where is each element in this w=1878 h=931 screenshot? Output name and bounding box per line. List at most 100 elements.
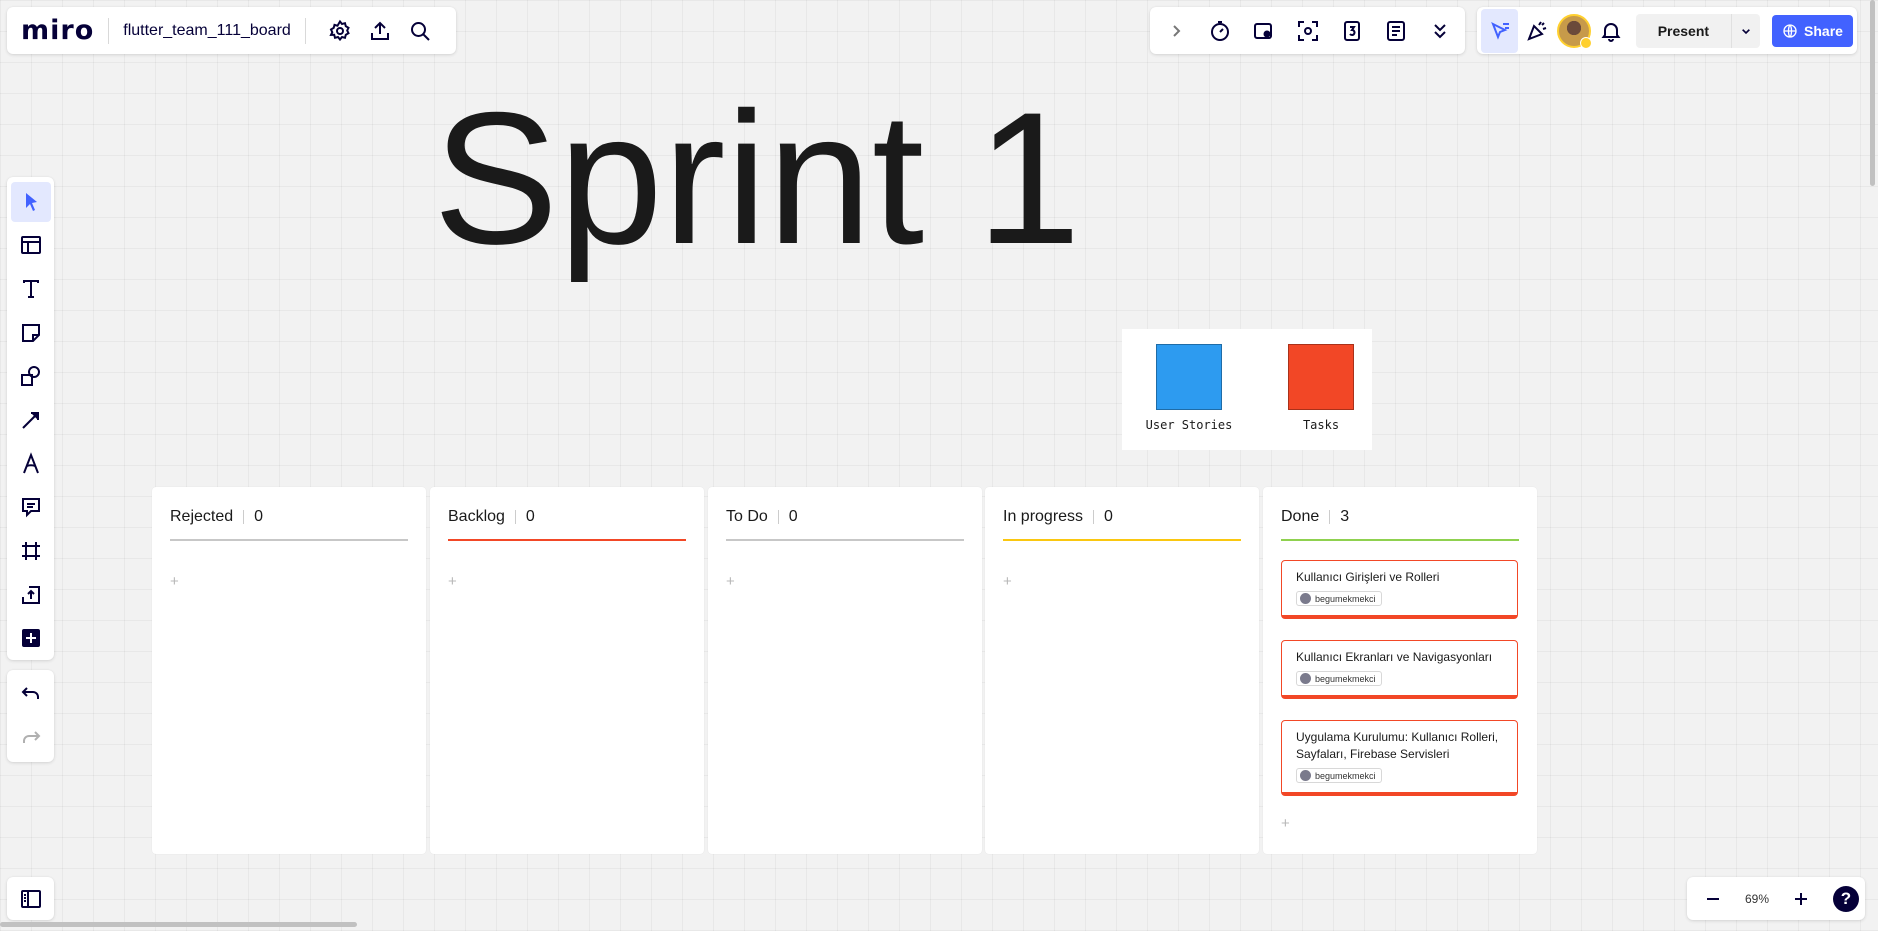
upload-icon[interactable] — [11, 575, 51, 615]
share-label: Share — [1804, 22, 1843, 39]
assignee-name: begumekmekci — [1315, 673, 1376, 684]
card-title: Kullanıcı Girişleri ve Rolleri — [1296, 570, 1440, 584]
legend-label: User Stories — [1145, 418, 1233, 432]
reaction-icon[interactable] — [1518, 9, 1555, 53]
legend[interactable]: User Stories Tasks — [1122, 329, 1372, 450]
add-card-button[interactable]: + — [1003, 573, 1012, 590]
column-name: Rejected — [170, 508, 234, 525]
top-right-bar: Present Share — [1477, 7, 1857, 54]
sticky-add-icon[interactable] — [1242, 9, 1286, 53]
shapes-icon[interactable] — [11, 357, 51, 397]
line-icon[interactable] — [11, 400, 51, 440]
column-name: Backlog — [448, 508, 505, 525]
history-toolbar — [7, 670, 54, 762]
add-card-button[interactable]: + — [1281, 815, 1290, 832]
card-title: Kullanıcı Ekranları ve Navigasyonları — [1296, 650, 1493, 664]
legend-swatch — [1156, 344, 1222, 410]
legend-item-tasks[interactable]: Tasks — [1271, 344, 1371, 432]
column-header: Rejected 0 — [170, 505, 408, 529]
avatar[interactable] — [1555, 9, 1592, 53]
card-title: Uygulama Kurulumu: Kullanıcı Rolleri, Sa… — [1296, 730, 1499, 761]
focus-icon[interactable] — [1286, 9, 1330, 53]
column-count: 3 — [1340, 508, 1350, 525]
user-icon — [1300, 593, 1311, 604]
present-button[interactable]: Present — [1636, 14, 1731, 48]
board-name[interactable]: flutter_team_111_board — [123, 22, 291, 40]
sticky-note-icon[interactable] — [11, 313, 51, 353]
chevron-down-icon[interactable] — [1731, 13, 1760, 48]
column-name: To Do — [726, 508, 768, 525]
zoom-out-icon[interactable] — [1693, 879, 1733, 919]
column-divider — [726, 539, 964, 541]
help-button[interactable]: ? — [1832, 885, 1859, 912]
divider — [304, 17, 306, 44]
column-to-do[interactable]: To Do 0 + — [708, 487, 982, 854]
column-header: Backlog 0 — [448, 505, 686, 529]
select-icon[interactable] — [10, 182, 51, 222]
column-count: 0 — [525, 508, 535, 525]
zoom-level[interactable]: 69% — [1745, 892, 1769, 906]
divider — [108, 17, 110, 44]
legend-item-user-stories[interactable]: User Stories — [1139, 344, 1239, 432]
upload-icon[interactable] — [360, 11, 400, 51]
column-divider — [448, 539, 686, 541]
column-in-progress[interactable]: In progress 0 + — [985, 487, 1259, 854]
assignee-name: begumekmekci — [1315, 593, 1376, 604]
present-group: Present — [1635, 13, 1761, 48]
column-header: Done 3 — [1281, 505, 1519, 529]
column-count: 0 — [1104, 508, 1113, 525]
legend-swatch — [1288, 344, 1354, 410]
assignee-chip[interactable]: begumekmekci — [1296, 671, 1382, 686]
left-toolbar — [7, 177, 54, 660]
counter-icon[interactable] — [1330, 9, 1374, 53]
notes-icon[interactable] — [1374, 9, 1418, 53]
sidebar-toggle[interactable] — [7, 877, 54, 920]
task-card[interactable]: Uygulama Kurulumu: Kullanıcı Rolleri, Sa… — [1281, 720, 1518, 796]
text-icon[interactable] — [11, 269, 51, 309]
column-count: 0 — [254, 508, 264, 525]
column-divider — [170, 539, 408, 541]
zoom-in-icon[interactable] — [1781, 879, 1821, 919]
column-divider — [1281, 539, 1519, 541]
timer-icon[interactable] — [1198, 9, 1242, 53]
collaboration-toolbar — [1150, 7, 1465, 54]
assignee-name: begumekmekci — [1315, 770, 1376, 781]
column-divider — [1003, 539, 1241, 541]
vertical-scrollbar[interactable] — [1870, 0, 1875, 186]
board-title[interactable]: Sprint 1 — [433, 78, 1081, 278]
user-icon — [1300, 673, 1311, 684]
user-icon — [1300, 770, 1311, 781]
comment-icon[interactable] — [11, 487, 51, 527]
zoom-controls: 69% ? — [1687, 877, 1865, 920]
assignee-chip[interactable]: begumekmekci — [1296, 768, 1382, 783]
add-card-button[interactable]: + — [448, 573, 457, 590]
more-tools-icon[interactable] — [11, 618, 51, 658]
add-card-button[interactable]: + — [726, 573, 735, 590]
column-done[interactable]: Done 3 Kullanıcı Girişleri ve Rolleri be… — [1263, 487, 1537, 854]
horizontal-scrollbar[interactable] — [0, 922, 357, 927]
redo-icon[interactable] — [11, 718, 51, 758]
column-rejected[interactable]: Rejected 0 + — [152, 487, 426, 854]
frame-icon[interactable] — [11, 531, 51, 571]
assignee-chip[interactable]: begumekmekci — [1296, 591, 1382, 606]
search-icon[interactable] — [400, 11, 440, 51]
column-name: In progress — [1003, 508, 1084, 525]
settings-icon[interactable] — [320, 11, 360, 51]
add-card-button[interactable]: + — [170, 573, 179, 590]
globe-icon — [1783, 23, 1797, 38]
double-chevron-down-icon[interactable] — [1418, 9, 1462, 53]
share-button[interactable]: Share — [1772, 14, 1853, 47]
miro-logo[interactable]: miro — [21, 15, 94, 46]
chevron-right-icon[interactable] — [1154, 9, 1198, 53]
task-card[interactable]: Kullanıcı Girişleri ve Rolleri begumekme… — [1281, 560, 1518, 619]
task-card[interactable]: Kullanıcı Ekranları ve Navigasyonları be… — [1281, 640, 1518, 699]
templates-icon[interactable] — [11, 226, 51, 266]
pen-icon[interactable] — [11, 444, 51, 484]
column-backlog[interactable]: Backlog 0 + — [430, 487, 704, 854]
bell-icon[interactable] — [1593, 9, 1630, 53]
column-header: In progress 0 — [1003, 505, 1241, 529]
undo-icon[interactable] — [11, 674, 51, 714]
column-name: Done — [1281, 508, 1320, 525]
cursor-filter-icon[interactable] — [1481, 8, 1519, 53]
panel-icon — [20, 889, 41, 908]
